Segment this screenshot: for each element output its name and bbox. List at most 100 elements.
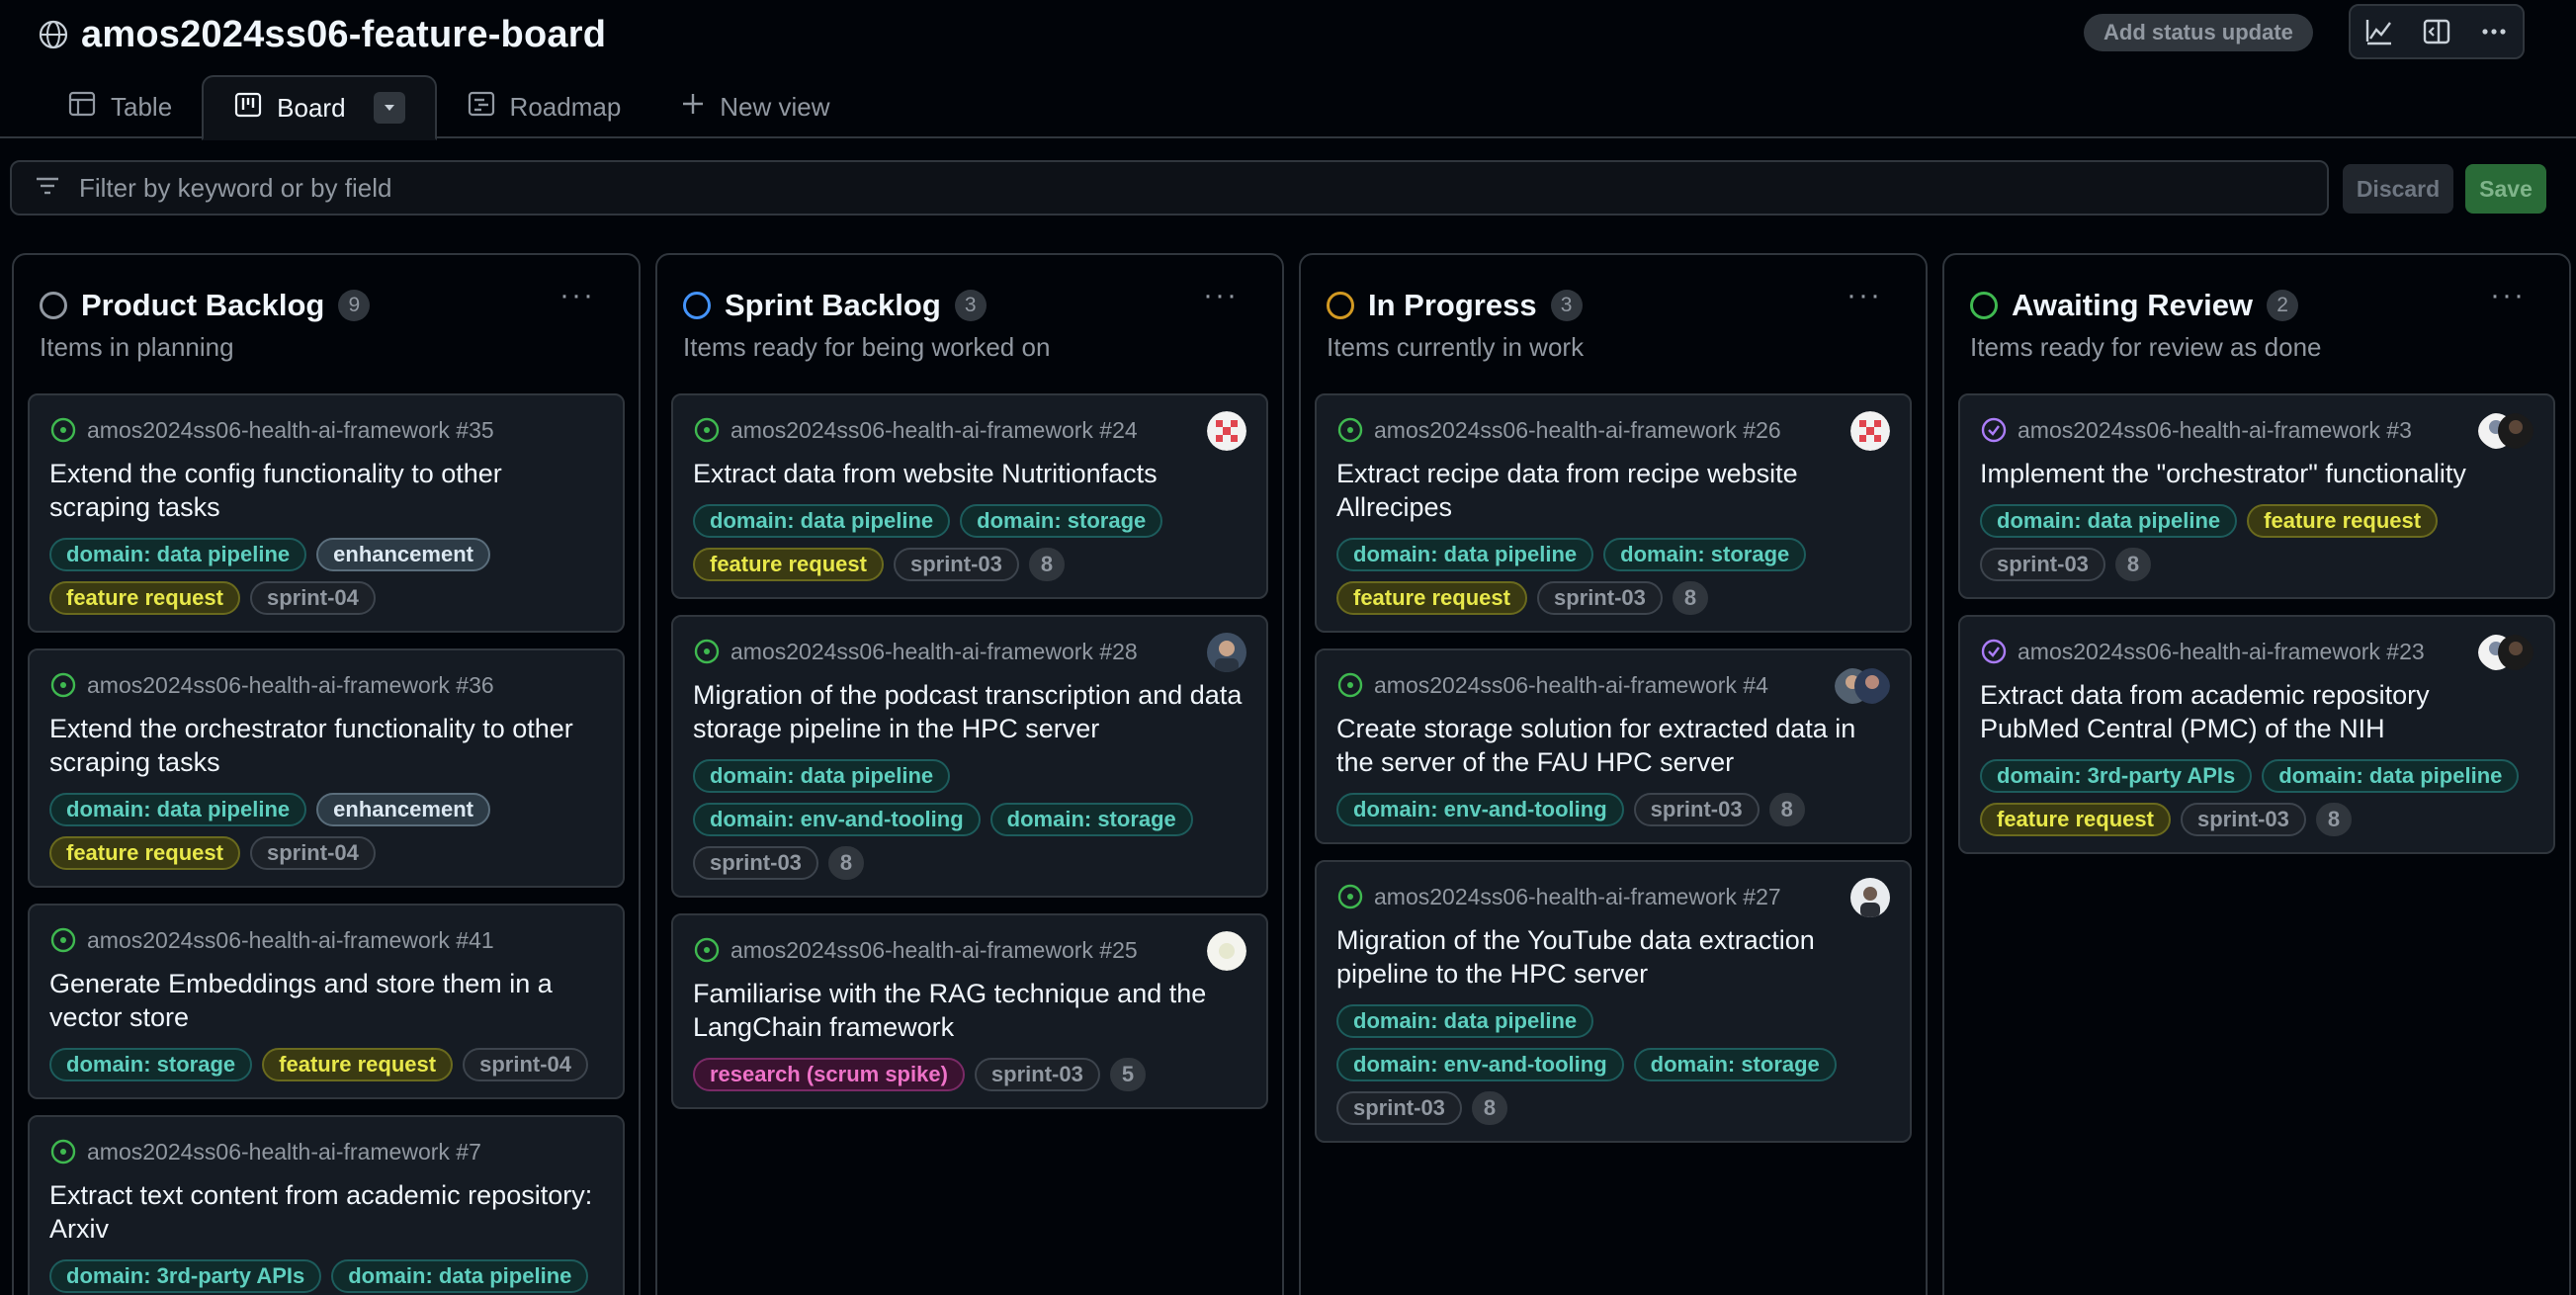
- estimate-badge[interactable]: 8: [1672, 581, 1709, 615]
- add-status-update-button[interactable]: Add status update: [2084, 14, 2313, 51]
- save-button[interactable]: Save: [2465, 164, 2546, 214]
- label-badge[interactable]: domain: data pipeline: [693, 504, 951, 538]
- card-repo-ref[interactable]: amos2024ss06-health-ai-framework #23: [2018, 637, 2425, 666]
- label-badge[interactable]: domain: 3rd-party APIs: [49, 1259, 322, 1293]
- label-badge[interactable]: feature request: [2247, 504, 2439, 538]
- estimate-badge[interactable]: 8: [827, 846, 865, 880]
- assignee-avatar[interactable]: [2478, 633, 2533, 672]
- assignee-avatar[interactable]: [1835, 666, 1890, 706]
- estimate-badge[interactable]: 8: [1028, 548, 1066, 581]
- label-badge[interactable]: domain: storage: [1633, 1048, 1837, 1081]
- issue-card[interactable]: amos2024ss06-health-ai-framework #3 Impl…: [1958, 393, 2555, 599]
- label-badge[interactable]: feature request: [1336, 581, 1527, 615]
- label-badge[interactable]: domain: data pipeline: [49, 538, 307, 571]
- side-panel-icon[interactable]: [2408, 6, 2465, 57]
- chevron-down-icon[interactable]: [373, 92, 405, 124]
- issue-card[interactable]: amos2024ss06-health-ai-framework #28 Mig…: [671, 615, 1268, 898]
- label-badge[interactable]: sprint-03: [693, 846, 818, 880]
- label-badge[interactable]: feature request: [49, 836, 240, 870]
- card-title[interactable]: Extract data from academic repository Pu…: [1980, 678, 2533, 745]
- label-badge[interactable]: domain: data pipeline: [2262, 759, 2520, 793]
- tab-table[interactable]: Table: [38, 75, 202, 138]
- label-badge[interactable]: sprint-03: [893, 548, 1019, 581]
- label-badge[interactable]: research (scrum spike): [693, 1058, 965, 1091]
- tab-roadmap[interactable]: Roadmap: [437, 75, 651, 138]
- assignee-avatar[interactable]: [1850, 878, 1890, 917]
- assignee-avatar[interactable]: [2478, 411, 2533, 451]
- issue-card[interactable]: amos2024ss06-health-ai-framework #23 Ext…: [1958, 615, 2555, 854]
- card-repo-ref[interactable]: amos2024ss06-health-ai-framework #35: [87, 415, 494, 445]
- card-repo-ref[interactable]: amos2024ss06-health-ai-framework #26: [1374, 415, 1781, 445]
- label-badge[interactable]: domain: data pipeline: [1336, 1004, 1594, 1038]
- issue-card[interactable]: amos2024ss06-health-ai-framework #35 Ext…: [28, 393, 625, 633]
- label-badge[interactable]: feature request: [693, 548, 884, 581]
- card-title[interactable]: Implement the "orchestrator" functionali…: [1980, 457, 2533, 490]
- label-badge[interactable]: domain: data pipeline: [1336, 538, 1594, 571]
- card-title[interactable]: Extract recipe data from recipe website …: [1336, 457, 1890, 524]
- card-title[interactable]: Familiarise with the RAG technique and t…: [693, 977, 1246, 1044]
- card-repo-ref[interactable]: amos2024ss06-health-ai-framework #7: [87, 1137, 481, 1166]
- card-title[interactable]: Extend the config functionality to other…: [49, 457, 603, 524]
- issue-card[interactable]: amos2024ss06-health-ai-framework #26 Ext…: [1315, 393, 1912, 633]
- label-badge[interactable]: enhancement: [316, 538, 490, 571]
- assignee-avatar[interactable]: [1207, 633, 1246, 672]
- issue-card[interactable]: amos2024ss06-health-ai-framework #24 Ext…: [671, 393, 1268, 599]
- label-badge[interactable]: domain: storage: [989, 803, 1193, 836]
- card-repo-ref[interactable]: amos2024ss06-health-ai-framework #25: [730, 935, 1138, 965]
- estimate-badge[interactable]: 8: [2114, 548, 2152, 581]
- filter-input[interactable]: [79, 172, 2254, 204]
- label-badge[interactable]: sprint-03: [974, 1058, 1100, 1091]
- estimate-badge[interactable]: 8: [1471, 1091, 1508, 1125]
- column-menu-icon[interactable]: ···: [1203, 279, 1239, 312]
- label-badge[interactable]: enhancement: [316, 793, 490, 826]
- label-badge[interactable]: domain: storage: [1603, 538, 1807, 571]
- label-badge[interactable]: sprint-03: [1336, 1091, 1462, 1125]
- tab-board[interactable]: Board: [202, 75, 437, 140]
- label-badge[interactable]: feature request: [262, 1048, 454, 1081]
- card-repo-ref[interactable]: amos2024ss06-health-ai-framework #36: [87, 670, 494, 700]
- label-badge[interactable]: domain: env-and-tooling: [1336, 793, 1624, 826]
- estimate-badge[interactable]: 8: [1768, 793, 1805, 826]
- label-badge[interactable]: domain: 3rd-party APIs: [1980, 759, 2253, 793]
- label-badge[interactable]: domain: data pipeline: [1980, 504, 2238, 538]
- label-badge[interactable]: sprint-04: [249, 581, 376, 615]
- label-badge[interactable]: feature request: [49, 581, 240, 615]
- issue-card[interactable]: amos2024ss06-health-ai-framework #4 Crea…: [1315, 648, 1912, 844]
- label-badge[interactable]: sprint-04: [463, 1048, 589, 1081]
- issue-card[interactable]: amos2024ss06-health-ai-framework #41 Gen…: [28, 904, 625, 1099]
- column-menu-icon[interactable]: ···: [559, 279, 595, 312]
- insights-icon[interactable]: [2351, 6, 2408, 57]
- card-title[interactable]: Migration of the podcast transcription a…: [693, 678, 1246, 745]
- more-options-icon[interactable]: [2465, 6, 2523, 57]
- label-badge[interactable]: domain: env-and-tooling: [1336, 1048, 1624, 1081]
- assignee-avatar[interactable]: [1207, 931, 1246, 971]
- card-title[interactable]: Extract data from website Nutritionfacts: [693, 457, 1246, 490]
- label-badge[interactable]: domain: storage: [49, 1048, 253, 1081]
- label-badge[interactable]: sprint-03: [1633, 793, 1760, 826]
- card-repo-ref[interactable]: amos2024ss06-health-ai-framework #27: [1374, 882, 1781, 911]
- label-badge[interactable]: sprint-04: [249, 836, 376, 870]
- label-badge[interactable]: domain: env-and-tooling: [693, 803, 981, 836]
- card-title[interactable]: Generate Embeddings and store them in a …: [49, 967, 603, 1034]
- card-title[interactable]: Migration of the YouTube data extraction…: [1336, 923, 1890, 991]
- assignee-avatar[interactable]: [1207, 411, 1246, 451]
- column-menu-icon[interactable]: ···: [1846, 279, 1882, 312]
- card-title[interactable]: Extract text content from academic repos…: [49, 1178, 603, 1246]
- card-repo-ref[interactable]: amos2024ss06-health-ai-framework #41: [87, 925, 494, 955]
- label-badge[interactable]: sprint-03: [2180, 803, 2306, 836]
- card-repo-ref[interactable]: amos2024ss06-health-ai-framework #3: [2018, 415, 2412, 445]
- card-repo-ref[interactable]: amos2024ss06-health-ai-framework #24: [730, 415, 1138, 445]
- issue-card[interactable]: amos2024ss06-health-ai-framework #25 Fam…: [671, 913, 1268, 1109]
- issue-card[interactable]: amos2024ss06-health-ai-framework #36 Ext…: [28, 648, 625, 888]
- assignee-avatar[interactable]: [1850, 411, 1890, 451]
- label-badge[interactable]: sprint-03: [1980, 548, 2105, 581]
- issue-card[interactable]: amos2024ss06-health-ai-framework #27 Mig…: [1315, 860, 1912, 1143]
- label-badge[interactable]: domain: data pipeline: [693, 759, 951, 793]
- column-menu-icon[interactable]: ···: [2490, 279, 2526, 312]
- card-repo-ref[interactable]: amos2024ss06-health-ai-framework #28: [730, 637, 1138, 666]
- label-badge[interactable]: domain: data pipeline: [331, 1259, 589, 1293]
- label-badge[interactable]: sprint-03: [1536, 581, 1663, 615]
- new-view-button[interactable]: New view: [650, 75, 859, 138]
- estimate-badge[interactable]: 8: [2315, 803, 2353, 836]
- issue-card[interactable]: amos2024ss06-health-ai-framework #7 Extr…: [28, 1115, 625, 1295]
